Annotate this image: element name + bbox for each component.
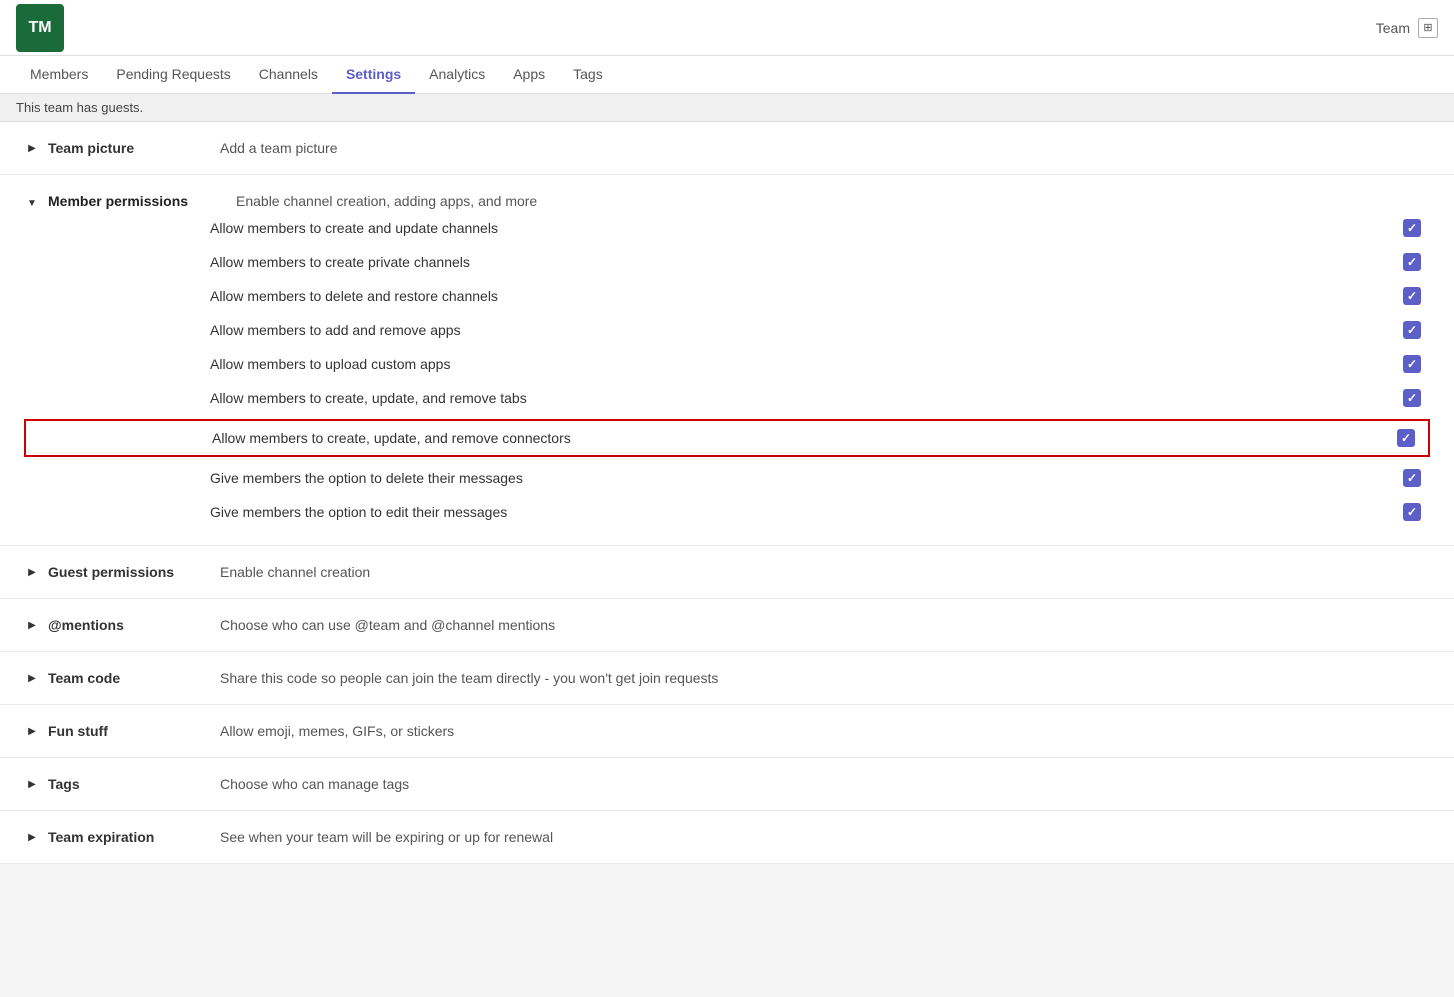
team-picture-section: ▶ Team picture Add a team picture [0,122,1454,175]
header: TM Team ⊞ [0,0,1454,56]
fun-stuff-section: ▶ Fun stuff Allow emoji, memes, GIFs, or… [0,705,1454,758]
perm-upload-custom-apps: Allow members to upload custom apps [24,347,1430,381]
perm-edit-messages: Give members the option to edit their me… [24,495,1430,529]
perm-delete-restore-channels: Allow members to delete and restore chan… [24,279,1430,313]
tags-label: Tags [48,776,220,792]
fun-stuff-toggle[interactable]: ▶ [24,723,40,739]
tags-section: ▶ Tags Choose who can manage tags [0,758,1454,811]
mentions-desc: Choose who can use @team and @channel me… [220,617,555,633]
checkbox-upload-custom-apps[interactable] [1403,355,1421,373]
team-code-section: ▶ Team code Share this code so people ca… [0,652,1454,705]
mentions-section: ▶ @mentions Choose who can use @team and… [0,599,1454,652]
team-code-label: Team code [48,670,220,686]
member-permissions-subtitle: Enable channel creation, adding apps, an… [228,193,537,209]
tab-members[interactable]: Members [16,56,102,94]
tab-apps[interactable]: Apps [499,56,559,94]
guest-permissions-label: Guest permissions [48,564,220,580]
mentions-label: @mentions [48,617,220,633]
tab-pending-requests[interactable]: Pending Requests [102,56,244,94]
perm-create-update-remove-tabs: Allow members to create, update, and rem… [24,381,1430,415]
member-permissions-label: Member permissions [48,193,228,209]
member-permissions-toggle[interactable]: ▼ [24,195,40,211]
guest-permissions-toggle[interactable]: ▶ [24,564,40,580]
perm-create-update-channels: Allow members to create and update chann… [24,211,1430,245]
tags-toggle[interactable]: ▶ [24,776,40,792]
mentions-toggle[interactable]: ▶ [24,617,40,633]
checkbox-add-remove-apps[interactable] [1403,321,1421,339]
tab-channels[interactable]: Channels [245,56,332,94]
team-expiration-toggle[interactable]: ▶ [24,829,40,845]
perm-create-private-channels: Allow members to create private channels [24,245,1430,279]
checkbox-delete-messages[interactable] [1403,469,1421,487]
tab-analytics[interactable]: Analytics [415,56,499,94]
checkbox-create-update-channels[interactable] [1403,219,1421,237]
team-picture-label: Team picture [48,140,220,156]
guest-permissions-desc: Enable channel creation [220,564,370,580]
perm-create-update-remove-connectors: Allow members to create, update, and rem… [24,419,1430,457]
main-content: ▶ Team picture Add a team picture ▼ Memb… [0,122,1454,864]
tab-settings[interactable]: Settings [332,56,415,94]
team-expiration-section: ▶ Team expiration See when your team wil… [0,811,1454,864]
member-permissions-section: ▼ Member permissions Enable channel crea… [0,175,1454,546]
team-picture-toggle[interactable]: ▶ [24,140,40,156]
team-code-desc: Share this code so people can join the t… [220,670,718,686]
fun-stuff-desc: Allow emoji, memes, GIFs, or stickers [220,723,454,739]
perm-add-remove-apps: Allow members to add and remove apps [24,313,1430,347]
header-right: Team ⊞ [1376,18,1438,38]
fun-stuff-label: Fun stuff [48,723,220,739]
avatar[interactable]: TM [16,4,64,52]
perm-delete-messages: Give members the option to delete their … [24,461,1430,495]
guest-permissions-section: ▶ Guest permissions Enable channel creat… [0,546,1454,599]
checkbox-create-private-channels[interactable] [1403,253,1421,271]
team-expiration-label: Team expiration [48,829,220,845]
tab-tags[interactable]: Tags [559,56,617,94]
permissions-list: Allow members to create and update chann… [24,211,1430,529]
tags-desc: Choose who can manage tags [220,776,409,792]
nav-tabs: Members Pending Requests Channels Settin… [0,56,1454,94]
team-expiration-desc: See when your team will be expiring or u… [220,829,553,845]
checkbox-create-update-remove-tabs[interactable] [1403,389,1421,407]
team-icon[interactable]: ⊞ [1418,18,1438,38]
checkbox-edit-messages[interactable] [1403,503,1421,521]
team-label: Team [1376,20,1410,36]
checkbox-delete-restore-channels[interactable] [1403,287,1421,305]
checkbox-create-update-remove-connectors[interactable] [1397,429,1415,447]
guest-banner: This team has guests. [0,94,1454,122]
team-picture-desc: Add a team picture [220,140,338,156]
team-code-toggle[interactable]: ▶ [24,670,40,686]
